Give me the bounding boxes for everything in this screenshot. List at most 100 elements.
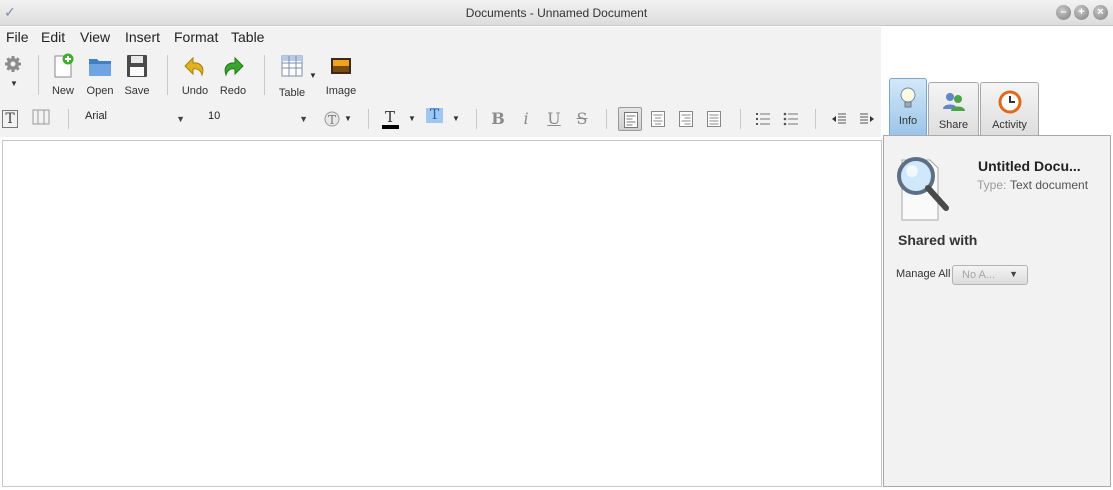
chevron-down-icon: ▼	[309, 71, 317, 80]
clock-icon	[998, 90, 1021, 114]
document-search-icon	[897, 157, 949, 221]
increase-indent-icon	[860, 113, 874, 124]
text-style-icon: T	[324, 111, 340, 127]
tab-share-label: Share	[938, 119, 969, 131]
decrease-indent-button[interactable]	[826, 107, 850, 131]
manage-all-value: No A...	[962, 269, 996, 281]
tab-info-label: Info	[898, 115, 918, 127]
document-editor[interactable]	[2, 140, 882, 487]
numbered-list-icon	[756, 113, 770, 125]
menu-format[interactable]: Format	[174, 29, 218, 45]
lightbulb-icon	[900, 87, 916, 108]
italic-button[interactable]: i	[515, 109, 537, 129]
align-right-button[interactable]	[674, 107, 698, 131]
underline-button[interactable]: U	[543, 109, 565, 129]
bold-icon: B	[491, 109, 505, 128]
info-panel: Untitled Docu... Type: Text document Sha…	[883, 135, 1111, 487]
main-toolbar: ▼ New Open Save Undo Redo Table ▼ Image	[0, 47, 881, 101]
menu-table[interactable]: Table	[231, 29, 264, 45]
chevron-down-icon: ▼	[176, 114, 185, 124]
new-document-icon	[54, 53, 74, 78]
save-label: Save	[124, 85, 150, 97]
table-icon	[281, 55, 303, 77]
toolbar-divider	[264, 55, 265, 95]
menu-file[interactable]: File	[6, 29, 29, 45]
document-type-label: Type:	[977, 178, 1007, 192]
text-mode-icon: T	[5, 111, 15, 127]
text-style-button[interactable]: T ▼	[323, 110, 353, 128]
font-family-select[interactable]: Arial ▼	[85, 110, 185, 128]
redo-label: Redo	[219, 85, 247, 97]
bullet-list-button[interactable]	[778, 107, 802, 131]
tab-activity-label: Activity	[992, 119, 1027, 131]
font-size-select[interactable]: 10 ▼	[208, 110, 308, 128]
align-justify-button[interactable]	[702, 107, 726, 131]
users-icon	[942, 93, 965, 111]
toolbar-divider	[38, 55, 39, 95]
text-color-icon: T	[385, 108, 396, 126]
align-left-button[interactable]	[618, 107, 642, 131]
floppy-disk-icon	[127, 55, 147, 77]
text-mode-button[interactable]: T	[2, 110, 18, 128]
gear-icon	[5, 56, 21, 72]
tab-share[interactable]: Share	[928, 82, 979, 135]
table-label: Table	[278, 87, 306, 99]
undo-icon	[184, 56, 204, 77]
decrease-indent-icon	[832, 113, 846, 124]
image-label: Image	[325, 85, 357, 97]
shared-with-heading: Shared with	[898, 232, 978, 248]
toolbar-divider	[368, 109, 369, 129]
close-button[interactable]: ×	[1093, 5, 1108, 20]
text-color-swatch	[382, 125, 399, 129]
maximize-button[interactable]: +	[1074, 5, 1089, 20]
highlight-color-button[interactable]: T ▼	[426, 108, 462, 130]
redo-button[interactable]: Redo	[211, 53, 255, 99]
column-mode-button[interactable]	[30, 109, 52, 129]
table-button[interactable]: Table ▼	[270, 53, 317, 99]
menu-edit[interactable]: Edit	[41, 29, 65, 45]
toolbar-divider	[815, 109, 816, 129]
toolbar-divider	[606, 109, 607, 129]
tab-info[interactable]: Info	[889, 78, 927, 135]
save-button[interactable]: Save	[115, 53, 159, 99]
tab-activity[interactable]: Activity	[980, 82, 1039, 135]
bullet-list-icon	[783, 112, 798, 126]
image-button[interactable]: Image	[319, 53, 363, 99]
font-size-value: 10	[208, 110, 221, 122]
align-center-icon	[651, 111, 665, 127]
format-toolbar: T Arial ▼ 10 ▼ T ▼ T ▼ T ▼ B i U S	[0, 101, 881, 137]
numbered-list-button[interactable]	[750, 107, 774, 131]
menu-bar: File Edit View Insert Format Table	[0, 27, 881, 47]
font-family-value: Arial	[85, 110, 108, 122]
increase-indent-button[interactable]	[854, 107, 878, 131]
chevron-down-icon: ▼	[299, 114, 308, 124]
menu-view[interactable]: View	[80, 29, 110, 45]
settings-button[interactable]: ▼	[3, 55, 23, 89]
align-justify-icon	[707, 111, 721, 127]
chevron-down-icon: ▼	[1009, 269, 1018, 279]
toolbar-divider	[476, 109, 477, 129]
svg-text:T: T	[328, 113, 336, 127]
chevron-down-icon: ▼	[408, 114, 416, 123]
chevron-down-icon: ▼	[10, 79, 18, 88]
toolbar-divider	[68, 109, 69, 129]
strikethrough-icon: S	[576, 109, 588, 128]
manage-all-select[interactable]: No A... ▼	[952, 265, 1028, 285]
menu-insert[interactable]: Insert	[125, 29, 160, 45]
align-center-button[interactable]	[646, 107, 670, 131]
chevron-down-icon: ▼	[452, 114, 460, 123]
bold-button[interactable]: B	[487, 109, 509, 129]
text-color-button[interactable]: T ▼	[382, 108, 418, 130]
toolbar-divider	[167, 55, 168, 95]
columns-icon	[32, 109, 50, 125]
italic-icon: i	[523, 109, 529, 128]
minimize-button[interactable]: –	[1056, 5, 1071, 20]
underline-icon: U	[547, 109, 561, 128]
align-left-icon	[624, 112, 638, 128]
toolbar-divider	[740, 109, 741, 129]
redo-icon	[224, 56, 244, 77]
folder-icon	[89, 59, 111, 76]
document-title: Untitled Docu...	[978, 158, 1081, 174]
image-icon	[331, 58, 351, 74]
strikethrough-button[interactable]: S	[571, 109, 593, 129]
